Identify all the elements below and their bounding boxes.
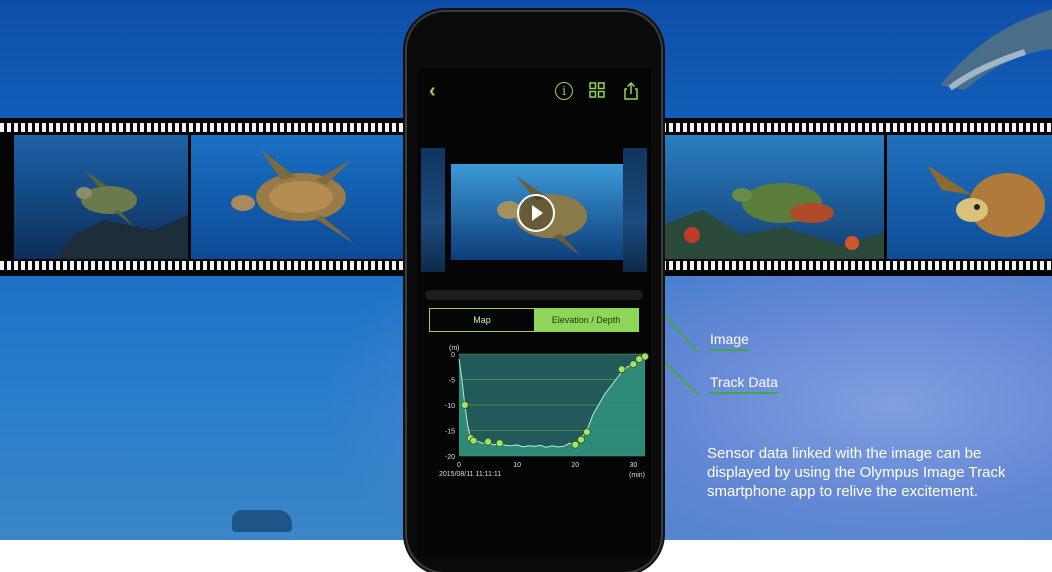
phone-mockup: ‹ i Map Elevation / Depth 0 -5 -10 -15 -… <box>407 12 661 572</box>
main-photo[interactable] <box>451 164 623 260</box>
next-thumbnail[interactable] <box>623 148 647 272</box>
y-axis-label: (m) <box>449 345 460 352</box>
photo-marker <box>571 440 580 449</box>
photo-marker <box>577 435 585 444</box>
caption-text: Sensor data linked with the image can be… <box>707 445 1006 500</box>
x-tick-label: 20 <box>571 462 579 469</box>
phone-screen: ‹ i Map Elevation / Depth 0 -5 -10 -15 -… <box>417 68 651 558</box>
depth-chart: 0 -5 -10 -15 -20 0 10 20 30 (m) (min) 2015/08/11 11… <box>423 336 651 496</box>
timeline-scrubber[interactable] <box>425 290 643 300</box>
view-tabs: Map Elevation / Depth <box>429 308 639 332</box>
callout-track-data-label: Track Data <box>710 374 778 394</box>
y-tick-label: -10 <box>445 403 455 410</box>
previous-thumbnail[interactable] <box>421 148 445 272</box>
tab-map[interactable]: Map <box>430 309 534 331</box>
photo-marker <box>469 436 478 445</box>
photo-marker <box>641 352 649 361</box>
info-icon[interactable]: i <box>555 82 573 100</box>
photo-marker <box>484 437 492 446</box>
photo-marker <box>460 401 469 409</box>
photo-marker <box>582 428 591 436</box>
grid-icon[interactable] <box>589 82 605 98</box>
y-tick-label: -20 <box>445 454 455 461</box>
chevron-left-icon[interactable]: ‹ <box>429 81 436 101</box>
image-viewer <box>417 140 651 280</box>
y-tick-label: -15 <box>445 429 455 436</box>
play-icon[interactable] <box>517 194 555 232</box>
depth-chart-svg: 0-5-10-15-200 10 20 30(m)(min)2015/08/11 11… <box>439 345 649 479</box>
callout-image-label: Image <box>710 331 749 351</box>
photo-marker <box>617 365 626 374</box>
x-tick-label: 0 <box>457 462 461 469</box>
share-icon[interactable] <box>623 82 639 100</box>
x-tick-label: 10 <box>513 462 521 469</box>
y-tick-label: 0 <box>451 352 455 359</box>
app-topbar: ‹ i <box>427 80 641 102</box>
y-tick-label: -5 <box>449 378 455 385</box>
x-axis-label: (min) <box>629 472 645 479</box>
x-tick-label: 30 <box>629 462 637 469</box>
photo-marker <box>629 360 638 369</box>
tab-elevation-depth[interactable]: Elevation / Depth <box>534 309 638 331</box>
x-start-label: 2015/08/11 11:11:11 <box>439 471 501 478</box>
photo-marker <box>495 439 504 448</box>
